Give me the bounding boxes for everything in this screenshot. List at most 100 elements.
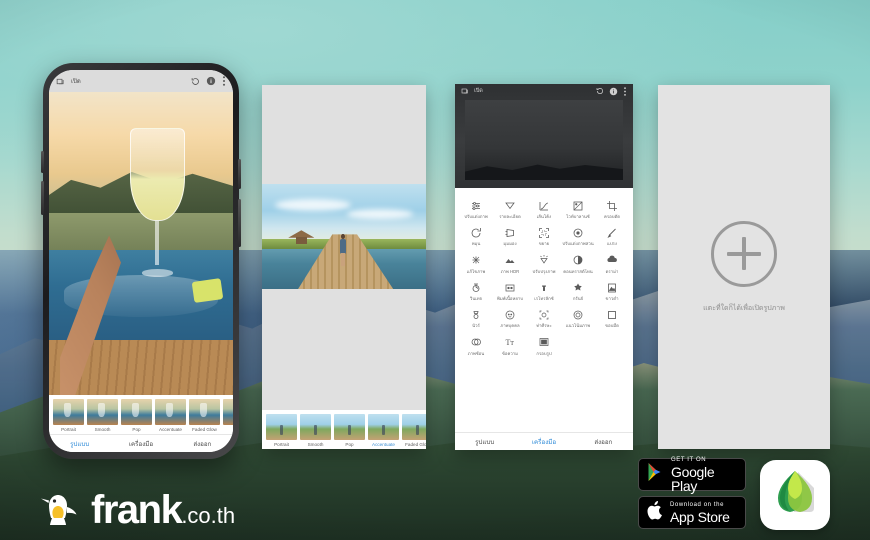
app-store-badge[interactable]: Download on the App Store <box>638 496 746 529</box>
phone2-filter-strip[interactable]: Portrait Smooth Pop Accentuate Faded Glo… <box>262 410 426 449</box>
tool-text[interactable]: Tт ข้อความ <box>493 333 527 356</box>
snapseed-app-icon[interactable] <box>760 460 830 530</box>
glamour-glow-icon <box>527 253 561 268</box>
tool-grainy-film[interactable]: พิมพ์เนื้อหยาบ <box>493 278 527 301</box>
crop-icon <box>595 198 629 213</box>
badge-top-line: Download on the <box>670 501 725 508</box>
filter-thumb[interactable]: Accentuate <box>155 399 186 432</box>
phone1-photo-canvas[interactable] <box>49 92 233 395</box>
tool-details[interactable]: รายละเอียด <box>493 196 527 219</box>
tool-perspective[interactable]: มุมมอง <box>493 223 527 246</box>
tool-label: กรอบรูป <box>536 350 552 356</box>
tab-tools[interactable]: เครื่องมือ <box>110 439 171 449</box>
overflow-menu-icon[interactable] <box>623 86 627 96</box>
tool-frames[interactable]: กรอบรูป <box>527 333 561 356</box>
tool-head-pose[interactable]: ท่าศีรษะ <box>527 305 561 328</box>
overflow-menu-icon[interactable] <box>222 76 226 86</box>
info-icon[interactable] <box>206 76 216 86</box>
tool-drama[interactable]: ดราม่า <box>595 251 629 274</box>
tool-portrait[interactable]: ภาพบุคคล <box>493 305 527 328</box>
tool-label: มุมมอง <box>503 241 517 247</box>
tool-selective[interactable]: ปรับแต่งภาพสวน <box>561 223 595 246</box>
portrait-icon <box>493 307 527 322</box>
tool-tonal-contrast[interactable]: คอนทราสต์โทน <box>561 251 595 274</box>
filter-label: Smooth <box>307 442 324 447</box>
phone-mockup-1: เปิด Portrait Smooth Pop Accentuate Fade… <box>41 63 241 459</box>
image-stack-icon[interactable] <box>56 77 65 86</box>
image-stack-icon[interactable] <box>461 87 469 95</box>
google-play-icon <box>647 462 665 487</box>
tool-grunge[interactable]: กรันจ์ <box>561 278 595 301</box>
tool-label: ปรับปรุงภาพ <box>532 268 556 274</box>
wine-glass-photo <box>49 92 233 395</box>
phone-mockup-2: Portrait Smooth Pop Accentuate Faded Glo… <box>262 85 426 449</box>
tool-noir[interactable]: นัวร์ <box>459 305 493 328</box>
frames-icon <box>527 335 561 350</box>
tool-glamour-glow[interactable]: ปรับปรุงภาพ <box>527 251 561 274</box>
filter-label: Faded Glow <box>192 427 217 432</box>
tool-double-exposure[interactable]: ภาพซ้อน <box>459 333 493 356</box>
tab-export[interactable]: ส่งออก <box>574 437 633 447</box>
tab-looks[interactable]: รูปแบบ <box>455 437 514 447</box>
tool-hdr[interactable]: ภาพ HDR <box>493 251 527 274</box>
boardwalk-photo[interactable] <box>262 184 426 289</box>
phone-mockup-4-empty-state[interactable]: แตะที่ใดก็ได้เพื่อเปิดรูปภาพ <box>658 85 830 449</box>
filter-thumb[interactable]: M <box>223 399 233 432</box>
plus-icon[interactable] <box>711 220 777 287</box>
filter-thumb[interactable]: Faded Glow <box>189 399 220 432</box>
phone1-screen: เปิด Portrait Smooth Pop Accentuate Fade… <box>49 70 233 452</box>
logo-name: frank <box>91 488 183 532</box>
filter-thumb[interactable]: Faded Glow <box>402 414 426 447</box>
hdr-icon <box>493 253 527 268</box>
tab-tools[interactable]: เครื่องมือ <box>514 437 573 447</box>
tool-label: ขอบมืด <box>605 323 619 329</box>
tool-lens-blur[interactable]: แนวโน้มภาพ <box>561 305 595 328</box>
tool-retrolux[interactable]: เรโทรลักซ์ <box>527 278 561 301</box>
tool-label: ภาพบุคคล <box>500 323 520 329</box>
head-pose-icon <box>527 307 561 322</box>
filter-preview <box>53 399 84 425</box>
filter-thumb-active[interactable]: Accentuate <box>368 414 399 447</box>
filter-thumb[interactable]: Pop <box>334 414 365 447</box>
tab-looks[interactable]: รูปแบบ <box>49 439 110 449</box>
tool-label: ขยาย <box>538 241 550 247</box>
undo-history-icon[interactable] <box>191 77 200 86</box>
vintage-icon <box>459 280 493 295</box>
badge-bottom-line: App Store <box>670 508 730 525</box>
tool-curves[interactable]: เส้นโค้ง <box>527 196 561 219</box>
filter-thumb[interactable]: Smooth <box>300 414 331 447</box>
tool-expand[interactable]: ขยาย <box>527 223 561 246</box>
tool-healing[interactable]: แก้ไขภาพ <box>459 251 493 274</box>
tool-brush[interactable]: แปรง <box>595 223 629 246</box>
filter-thumb[interactable]: Smooth <box>87 399 118 432</box>
tool-label: คอนทราสต์โทน <box>563 268 593 274</box>
phone3-photo-preview[interactable] <box>465 100 623 180</box>
tool-label: แนวโน้มภาพ <box>565 323 591 329</box>
tool-rotate[interactable]: หมุน <box>459 223 493 246</box>
lens-blur-icon <box>561 307 595 322</box>
filter-thumb[interactable]: Portrait <box>266 414 297 447</box>
tool-crop[interactable]: ครอบตัด <box>595 196 629 219</box>
phone2-top-placeholder <box>262 85 426 184</box>
info-icon[interactable] <box>609 87 618 96</box>
filter-thumb[interactable]: Pop <box>121 399 152 432</box>
tool-tune-image[interactable]: ปรับแต่งภาพ <box>459 196 493 219</box>
filter-label: Smooth <box>94 427 111 432</box>
phone1-filter-strip[interactable]: Portrait Smooth Pop Accentuate Faded Glo… <box>49 395 233 434</box>
filter-preview <box>300 414 331 440</box>
snapseed-icon <box>768 466 822 525</box>
drama-icon <box>595 253 629 268</box>
filter-thumb[interactable]: Portrait <box>53 399 84 432</box>
tool-white-balance[interactable]: ไวท์บาลานซ์ <box>561 196 595 219</box>
tool-black-white[interactable]: ขาวดำ <box>595 278 629 301</box>
healing-icon <box>459 253 493 268</box>
filter-preview <box>87 399 118 425</box>
double-exposure-icon <box>459 335 493 350</box>
tab-export[interactable]: ส่งออก <box>172 439 233 449</box>
tool-vintage[interactable]: วินเทจ <box>459 278 493 301</box>
google-play-badge[interactable]: GET IT ON Google Play <box>638 457 746 493</box>
tool-label: แปรง <box>607 241 617 247</box>
phone2-middle-placeholder <box>262 289 426 410</box>
tool-vignette[interactable]: ขอบมืด <box>595 305 629 328</box>
undo-history-icon[interactable] <box>596 87 604 95</box>
